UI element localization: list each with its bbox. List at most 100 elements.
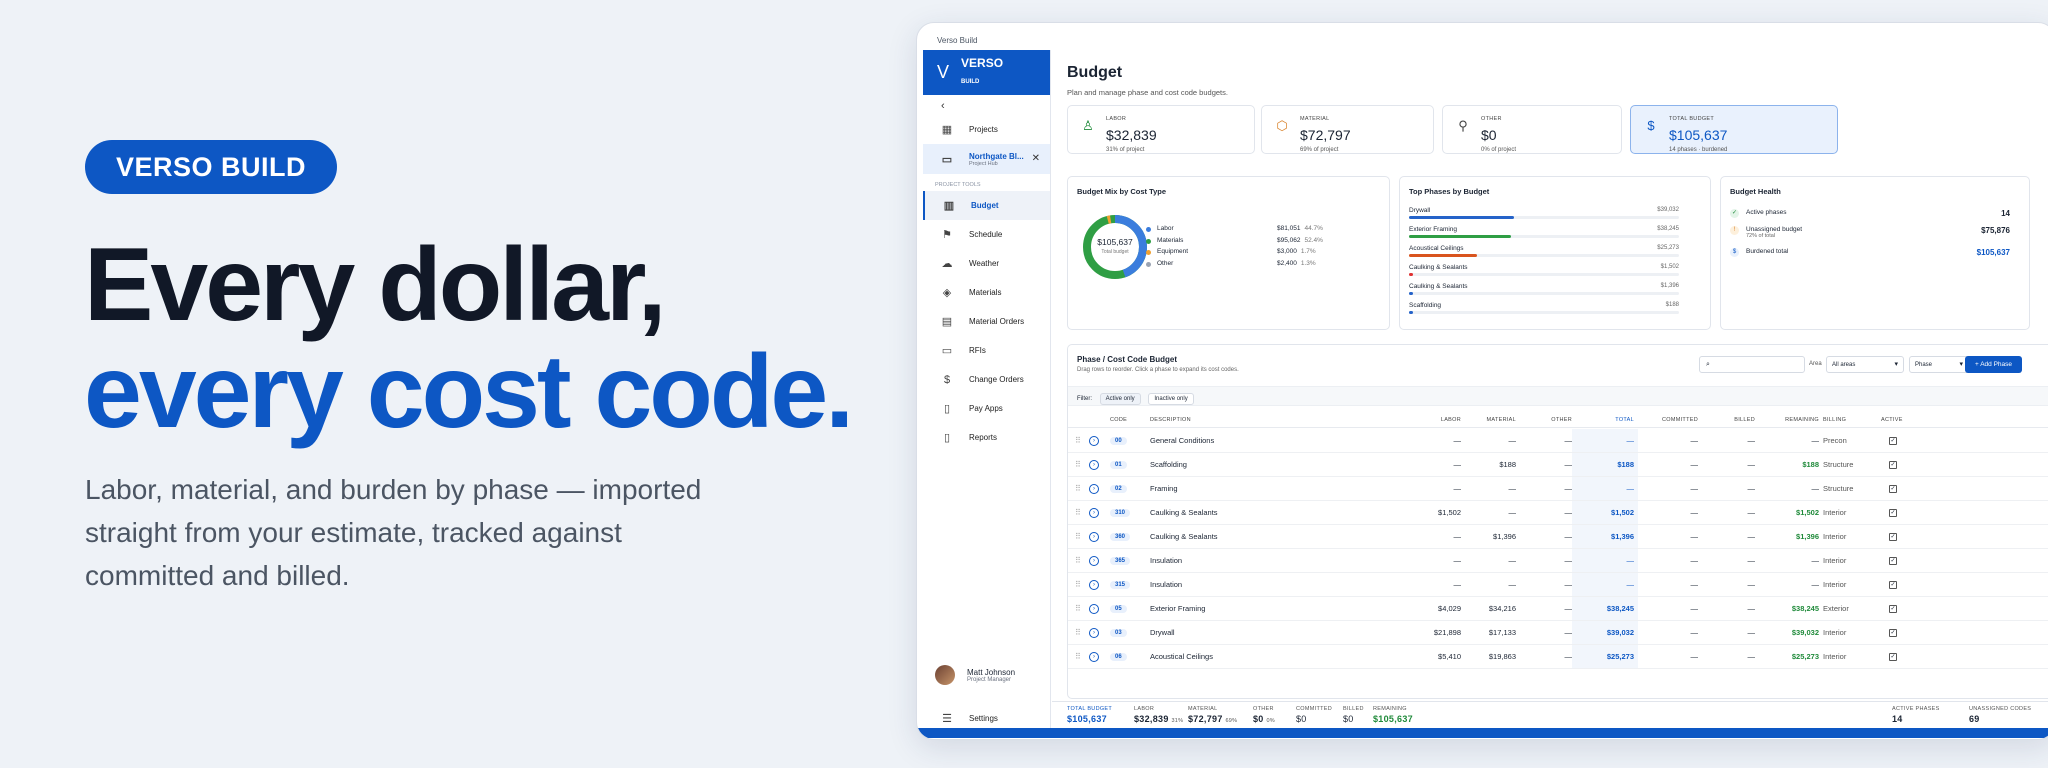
checkbox-checked-icon[interactable]: ✓ (1889, 484, 1897, 493)
table-row[interactable]: ⠿ › 310 Caulking & Sealants $1,502— — $1,502— —… (1068, 501, 2048, 525)
footer-amount: $72,797 (1188, 714, 1223, 724)
checkbox-checked-icon[interactable]: ✓ (1889, 508, 1897, 517)
col-other[interactable]: OTHER (1516, 412, 1572, 427)
drag-handle-icon[interactable]: ⠿ (1075, 525, 1081, 548)
table-row[interactable]: ⠿ › 05 Exterior Framing $4,029 $34,216— $38,24… (1068, 597, 2048, 621)
filter-active-only[interactable]: Active only (1099, 393, 1141, 405)
checkbox-checked-icon[interactable]: ✓ (1889, 532, 1897, 541)
drag-handle-icon[interactable]: ⠿ (1075, 477, 1081, 500)
table-row[interactable]: ⠿ › 01 Scaffolding — $188— $188— — $188 Structure… (1068, 453, 2048, 477)
col-total[interactable]: TOTAL (1572, 412, 1634, 427)
col-billing[interactable]: BILLING (1823, 412, 1846, 427)
col-material[interactable]: MATERIAL (1461, 412, 1516, 427)
code-pill: 03 (1110, 628, 1127, 637)
col-committed[interactable]: COMMITTED (1634, 412, 1698, 427)
expand-button[interactable]: › (1089, 477, 1099, 500)
row-description: Scaffolding (1150, 460, 1187, 469)
checkbox-checked-icon[interactable]: ✓ (1889, 652, 1897, 661)
legend-dot (1146, 227, 1151, 232)
nav-rfis[interactable]: ▭ RFIs (923, 336, 1050, 365)
footer-pct: 0% (1266, 718, 1275, 724)
table-row[interactable]: ⠿ › 02 Framing — — — — — — — Structure ✓ (1068, 477, 2048, 501)
stat-caption: 0% of project (1481, 147, 1517, 153)
checkbox-checked-icon[interactable]: ✓ (1889, 460, 1897, 469)
nav-change-orders[interactable]: $ Change Orders (923, 365, 1050, 394)
expand-button[interactable]: › (1089, 549, 1099, 572)
expand-button[interactable]: › (1089, 645, 1099, 668)
checkbox-checked-icon[interactable]: ✓ (1889, 604, 1897, 613)
expand-button[interactable]: › (1089, 453, 1099, 476)
nav-materials[interactable]: ◈ Materials (923, 278, 1050, 307)
report-icon: ▯ (943, 432, 951, 444)
row-active[interactable]: ✓ (1889, 429, 1897, 452)
table-row[interactable]: ⠿ › 315 Insulation — — — — — — — Interior ✓ (1068, 573, 2048, 597)
expand-button[interactable]: › (1089, 621, 1099, 644)
search-input[interactable]: ⌕ (1699, 356, 1805, 373)
filter-inactive-only[interactable]: Inactive only (1148, 393, 1194, 405)
drag-handle-icon[interactable]: ⠿ (1075, 645, 1081, 668)
drag-handle-icon[interactable]: ⠿ (1075, 501, 1081, 524)
col-labor[interactable]: LABOR (1398, 412, 1461, 427)
row-active[interactable]: ✓ (1889, 645, 1897, 668)
nav-current-project[interactable]: ▭ Northgate Bl... Project Hub ✕ (923, 144, 1050, 174)
col-billed[interactable]: BILLED (1698, 412, 1755, 427)
collapse-sidebar-icon[interactable]: ‹ (923, 95, 1050, 115)
row-active[interactable]: ✓ (1889, 549, 1897, 572)
nav-pay-apps[interactable]: ▯ Pay Apps (923, 394, 1050, 423)
row-active[interactable]: ✓ (1889, 477, 1897, 500)
table-row[interactable]: ⠿ › 365 Insulation — — — — — — — Interior ✓ (1068, 549, 2048, 573)
expand-button[interactable]: › (1089, 501, 1099, 524)
drag-handle-icon[interactable]: ⠿ (1075, 621, 1081, 644)
row-active[interactable]: ✓ (1889, 597, 1897, 620)
code-pill: 05 (1110, 604, 1127, 613)
nav-reports[interactable]: ▯ Reports (923, 423, 1050, 452)
row-remaining: $39,032 (1791, 628, 1819, 637)
checkbox-checked-icon[interactable]: ✓ (1889, 628, 1897, 637)
row-description: General Conditions (1150, 436, 1215, 445)
group-select[interactable]: Phase (1909, 356, 1969, 373)
table-row[interactable]: ⠿ › 360 Caulking & Sealants — $1,396— $1,396— —… (1068, 525, 2048, 549)
chat-icon: ▭ (941, 345, 953, 357)
col-description[interactable]: DESCRIPTION (1150, 412, 1191, 427)
checkbox-checked-icon[interactable]: ✓ (1889, 580, 1897, 589)
row-active[interactable]: ✓ (1889, 453, 1897, 476)
drag-handle-icon[interactable]: ⠿ (1075, 573, 1081, 596)
close-project-icon[interactable]: ✕ (1032, 153, 1040, 164)
phase-bar-track (1409, 292, 1679, 295)
nav-schedule[interactable]: ⚑ Schedule (923, 220, 1050, 249)
nav-weather[interactable]: ☁ Weather (923, 249, 1050, 278)
table-row[interactable]: ⠿ › 00 General Conditions — — — — — — — Precon ✓ (1068, 429, 2048, 453)
checkbox-checked-icon[interactable]: ✓ (1889, 556, 1897, 565)
checkbox-checked-icon[interactable]: ✓ (1889, 436, 1897, 445)
drag-handle-icon[interactable]: ⠿ (1075, 429, 1081, 452)
phase-bar-item: Acoustical Ceilings $25,273 (1409, 245, 1679, 257)
col-active[interactable]: ACTIVE (1881, 412, 1903, 427)
app-logo[interactable]: V VERSO BUILD (923, 50, 1050, 95)
expand-button[interactable]: › (1089, 525, 1099, 548)
col-code[interactable]: CODE (1110, 412, 1127, 427)
dollar-icon: $ (1647, 118, 1655, 133)
add-phase-button[interactable]: + Add Phase (1965, 356, 2022, 373)
footer-active-phases: ACTIVE PHASES 14 (1892, 706, 1940, 724)
row-active[interactable]: ✓ (1889, 573, 1897, 596)
expand-button[interactable]: › (1089, 597, 1099, 620)
table-row[interactable]: ⠿ › 06 Acoustical Ceilings $5,410 $19,863— $25… (1068, 645, 2048, 669)
nav-projects[interactable]: ▦ Projects (923, 115, 1050, 144)
nav-material-orders[interactable]: ▤ Material Orders (923, 307, 1050, 336)
user-profile[interactable]: Matt Johnson Project Manager (935, 665, 1015, 685)
nav-budget[interactable]: ▥ Budget (923, 191, 1050, 220)
row-active[interactable]: ✓ (1889, 501, 1897, 524)
drag-handle-icon[interactable]: ⠿ (1075, 597, 1081, 620)
col-remaining[interactable]: REMAINING (1755, 412, 1819, 427)
row-active[interactable]: ✓ (1889, 621, 1897, 644)
drag-handle-icon[interactable]: ⠿ (1075, 453, 1081, 476)
wrench-icon: ⚲ (1458, 118, 1468, 133)
area-select[interactable]: All areas (1826, 356, 1904, 373)
drag-handle-icon[interactable]: ⠿ (1075, 549, 1081, 572)
expand-button[interactable]: › (1089, 429, 1099, 452)
expand-button[interactable]: › (1089, 573, 1099, 596)
row-labor: $21,898 (1433, 628, 1461, 637)
row-active[interactable]: ✓ (1889, 525, 1897, 548)
table-row[interactable]: ⠿ › 03 Drywall $21,898 $17,133— $39,032— — $39,0… (1068, 621, 2048, 645)
legend-name: Labor (1157, 225, 1174, 232)
